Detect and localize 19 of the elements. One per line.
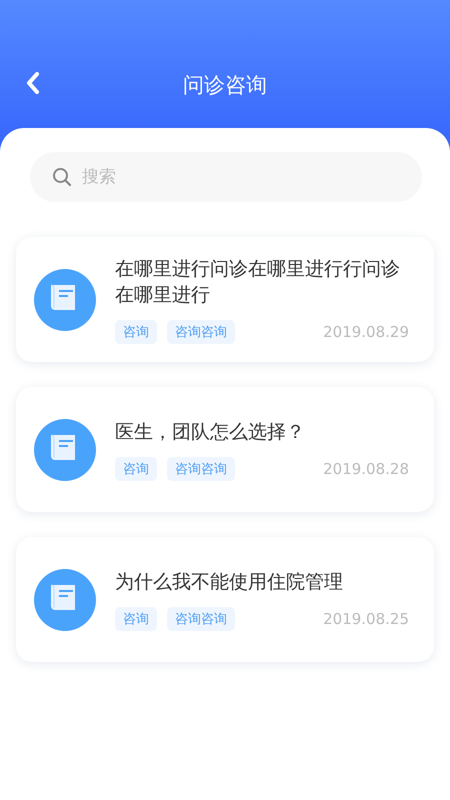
question-title: 在哪里进行问诊在哪里进行行问诊在哪里进行 [115, 256, 401, 308]
document-icon [34, 418, 96, 480]
search-field[interactable]: 搜索 [30, 152, 422, 202]
back-icon [26, 71, 40, 95]
tag: 咨询 [115, 606, 157, 630]
search-icon [52, 167, 72, 187]
date: 2019.08.29 [323, 322, 410, 340]
page-title: 问诊咨询 [183, 72, 267, 99]
date: 2019.08.28 [323, 460, 410, 478]
date: 2019.08.25 [323, 610, 410, 628]
tag: 咨询咨询 [167, 606, 235, 630]
document-icon [34, 568, 96, 630]
tag: 咨询咨询 [167, 456, 235, 480]
tag: 咨询 [115, 456, 157, 480]
question-title: 医生，团队怎么选择？ [115, 420, 306, 444]
tag: 咨询咨询 [167, 320, 235, 344]
document-icon [34, 268, 96, 330]
question-title: 为什么我不能使用住院管理 [115, 570, 344, 594]
tag: 咨询 [115, 320, 157, 344]
